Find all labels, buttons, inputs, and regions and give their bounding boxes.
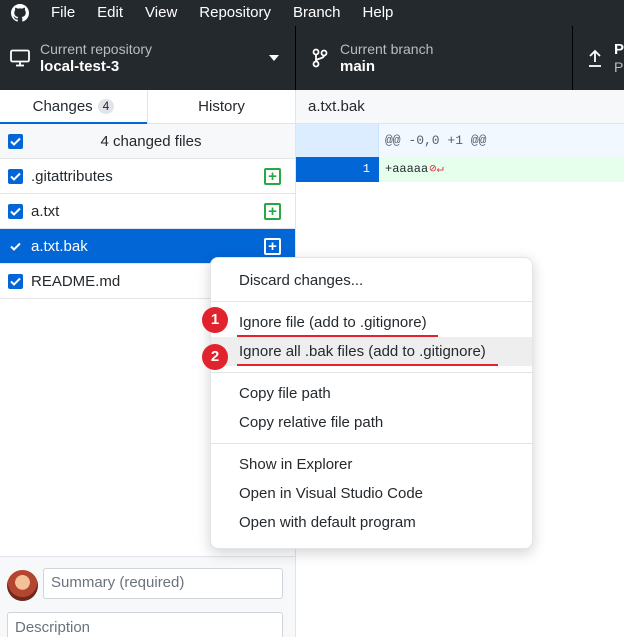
diff-line-text: +aaaaa [385, 162, 429, 176]
tab-history-label: History [198, 98, 245, 115]
menu-open-default-program[interactable]: Open with default program [211, 508, 532, 537]
file-name: a.txt [31, 202, 60, 220]
tab-changes[interactable]: Changes 4 [0, 90, 147, 124]
current-repository-button[interactable]: Current repository local-test-3 [0, 26, 296, 90]
diff-gutter [296, 124, 379, 157]
current-branch-value: main [340, 57, 376, 75]
file-checkbox[interactable] [8, 273, 23, 289]
annotation-marker-1: 1 [202, 307, 228, 333]
annotation-underline-1 [237, 335, 438, 337]
annotation-marker-2: 2 [202, 344, 228, 370]
menu-ignore-file[interactable]: Ignore file (add to .gitignore) [211, 308, 532, 337]
context-menu: Discard changes... Ignore file (add to .… [210, 257, 533, 549]
no-newline-icon: ⊘↵ [429, 162, 444, 176]
arrow-up-icon [585, 46, 606, 70]
menu-help[interactable]: Help [352, 0, 405, 26]
menu-separator [211, 443, 532, 444]
menu-discard-changes[interactable]: Discard changes... [211, 266, 532, 295]
file-checkbox[interactable] [8, 238, 23, 254]
push-label: P [613, 40, 624, 58]
hunk-text: @@ -0,0 +1 @@ [385, 133, 487, 148]
current-repository-label: Current repository [40, 40, 153, 57]
current-branch-label: Current branch [340, 40, 434, 57]
menu-separator [211, 301, 532, 302]
file-row[interactable]: a.txt + [0, 194, 295, 229]
description-input[interactable]: Description [7, 612, 283, 637]
chevron-down-icon [269, 55, 279, 61]
diff-line-number: 1 [336, 157, 379, 182]
toolbar: Current repository local-test-3 Current … [0, 26, 624, 90]
github-logo-icon [0, 0, 40, 26]
diff-hunk-header: @@ -0,0 +1 @@ [296, 124, 624, 157]
changed-files-header: 4 changed files [0, 124, 295, 159]
push-origin-button[interactable]: P P [573, 26, 624, 90]
current-repository-value: local-test-3 [40, 57, 120, 75]
avatar [7, 570, 38, 601]
select-all-checkbox[interactable] [8, 133, 23, 149]
diff-file-name: a.txt.bak [296, 90, 624, 124]
file-checkbox[interactable] [8, 168, 23, 184]
menu-copy-file-path[interactable]: Copy file path [211, 379, 532, 408]
changes-count-badge: 4 [97, 99, 115, 114]
menu-show-in-explorer[interactable]: Show in Explorer [211, 450, 532, 479]
menu-view[interactable]: View [134, 0, 188, 26]
menu-branch[interactable]: Branch [282, 0, 352, 26]
changed-files-count: 4 changed files [100, 132, 202, 150]
menu-file[interactable]: File [40, 0, 86, 26]
menu-repository[interactable]: Repository [188, 0, 282, 26]
menu-separator [211, 372, 532, 373]
menu-open-in-vscode[interactable]: Open in Visual Studio Code [211, 479, 532, 508]
current-branch-button[interactable]: Current branch main [296, 26, 573, 90]
summary-input[interactable]: Summary (required) [43, 568, 283, 599]
diff-gutter-old [296, 157, 336, 182]
tab-changes-label: Changes [32, 98, 93, 115]
annotation-underline-2 [237, 364, 498, 366]
file-row[interactable]: .gitattributes + [0, 159, 295, 194]
computer-icon [8, 46, 32, 70]
menu-copy-relative-path[interactable]: Copy relative file path [211, 408, 532, 437]
menu-bar: File Edit View Repository Branch Help [0, 0, 624, 26]
added-status-icon: + [264, 202, 281, 220]
push-sub-label: P [613, 58, 624, 75]
file-name: a.txt.bak [31, 237, 88, 255]
added-status-icon: + [264, 167, 281, 185]
commit-area: Summary (required) Description [0, 556, 295, 637]
added-status-icon: + [264, 237, 281, 255]
file-name: .gitattributes [31, 167, 113, 185]
menu-ignore-all-bak[interactable]: Ignore all .bak files (add to .gitignore… [211, 337, 532, 366]
menu-edit[interactable]: Edit [86, 0, 134, 26]
file-checkbox[interactable] [8, 203, 23, 219]
tab-history[interactable]: History [148, 90, 295, 123]
diff-added-line[interactable]: 1 +aaaaa ⊘↵ [296, 157, 624, 182]
tab-bar: Changes 4 History [0, 90, 295, 124]
git-branch-icon [308, 46, 332, 70]
